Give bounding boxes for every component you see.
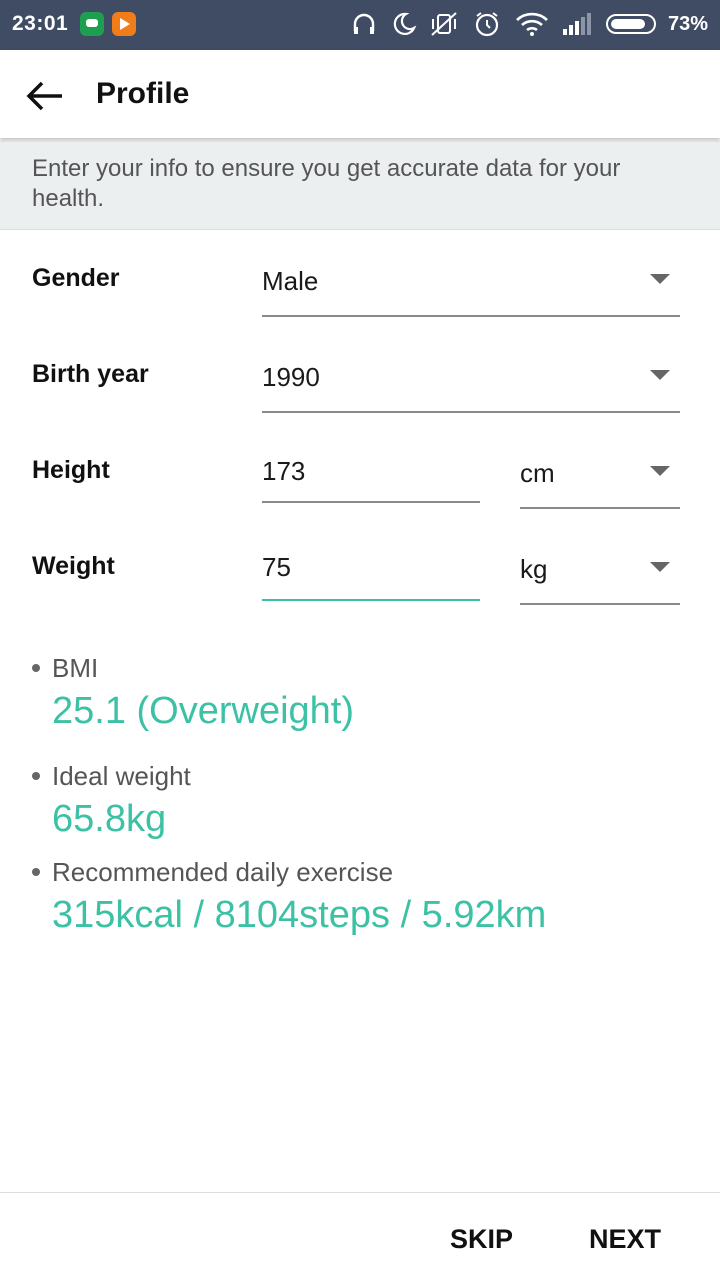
birth-year-label: Birth year — [32, 360, 149, 388]
ideal-weight-label-text: Ideal weight — [52, 761, 191, 791]
status-bar: 23:01 73% — [0, 0, 720, 50]
ideal-weight-value: 65.8kg — [52, 798, 167, 840]
height-value: 173 — [262, 456, 306, 486]
birth-year-select[interactable]: 1990 — [262, 350, 680, 413]
arrow-left-icon[interactable] — [20, 72, 68, 120]
wifi-icon — [514, 10, 550, 38]
footer-divider — [0, 1192, 720, 1193]
next-button[interactable]: NEXT — [589, 1224, 661, 1255]
weight-input[interactable]: 75 — [262, 542, 480, 601]
status-time: 23:01 — [12, 12, 69, 35]
bullet-icon — [32, 868, 40, 877]
battery-icon — [606, 14, 656, 34]
signal-icon — [560, 10, 594, 38]
gender-value: Male — [262, 266, 319, 296]
bmi-label-text: BMI — [52, 653, 99, 683]
ideal-weight-label: Ideal weight — [32, 761, 191, 792]
bullet-icon — [32, 664, 40, 673]
battery-percent: 73% — [668, 13, 709, 35]
page-title: Profile — [96, 77, 190, 110]
alarm-icon — [472, 10, 502, 38]
weight-unit-select[interactable]: kg — [520, 542, 680, 605]
gender-label: Gender — [32, 264, 120, 292]
exercise-label: Recommended daily exercise — [32, 857, 393, 888]
info-banner: Enter your info to ensure you get accura… — [0, 140, 720, 230]
headphones-icon — [350, 10, 378, 38]
birth-year-value: 1990 — [262, 362, 320, 392]
height-unit-value: cm — [520, 458, 555, 488]
play-music-icon — [112, 12, 136, 36]
height-input[interactable]: 173 — [262, 446, 480, 503]
info-text: Enter your info to ensure you get accura… — [32, 155, 621, 212]
bmi-value: 25.1 (Overweight) — [52, 690, 355, 732]
moon-icon — [390, 10, 418, 38]
chevron-down-icon — [650, 466, 670, 476]
height-label: Height — [32, 456, 110, 484]
bullet-icon — [32, 772, 40, 781]
weight-label: Weight — [32, 552, 115, 580]
weight-value: 75 — [262, 552, 291, 582]
chevron-down-icon — [650, 274, 670, 284]
chevron-down-icon — [650, 370, 670, 380]
hangouts-icon — [80, 12, 104, 36]
bmi-label: BMI — [32, 653, 98, 684]
app-toolbar: Profile — [0, 50, 720, 138]
chevron-down-icon — [650, 562, 670, 572]
skip-button[interactable]: SKIP — [450, 1224, 513, 1255]
exercise-label-text: Recommended daily exercise — [52, 857, 394, 887]
vibrate-off-icon — [428, 10, 460, 38]
height-unit-select[interactable]: cm — [520, 446, 680, 509]
gender-select[interactable]: Male — [262, 254, 680, 317]
weight-unit-value: kg — [520, 554, 548, 584]
exercise-value: 315kcal / 8104steps / 5.92km — [52, 894, 547, 936]
